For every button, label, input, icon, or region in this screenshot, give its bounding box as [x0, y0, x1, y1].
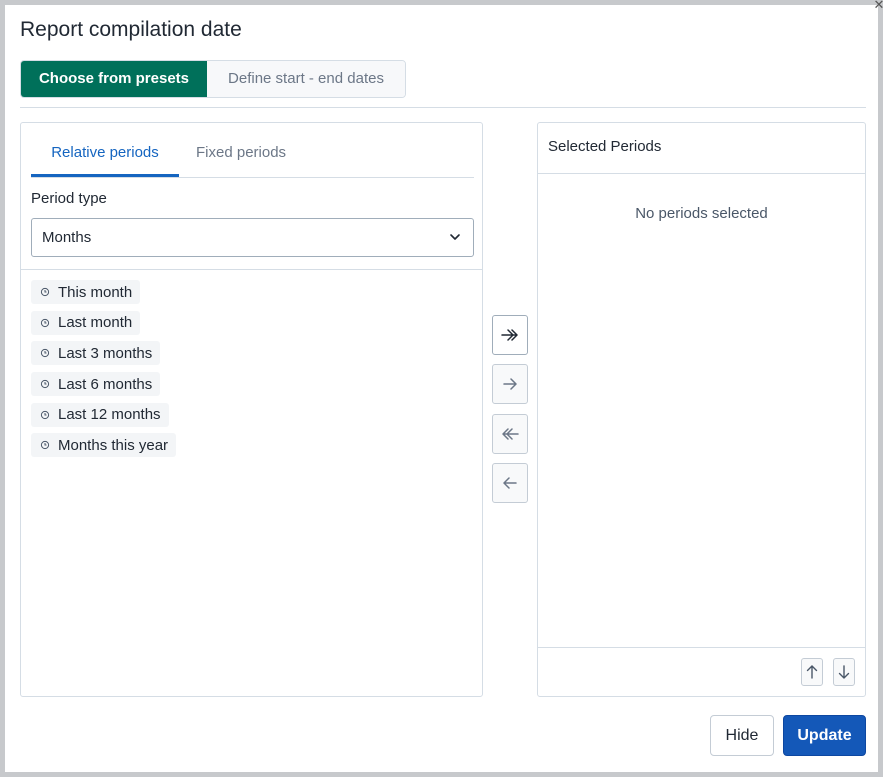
clock-icon: [40, 410, 50, 419]
double-arrow-left-icon: [502, 428, 519, 440]
define-dates-button[interactable]: Define start - end dates: [207, 61, 405, 97]
choose-presets-button[interactable]: Choose from presets: [21, 61, 207, 97]
clock-icon: [40, 349, 50, 358]
chevron-down-icon: [450, 234, 460, 240]
arrow-up-icon: [806, 665, 818, 679]
period-type-value: Months: [42, 229, 92, 246]
clock-icon: [40, 318, 50, 327]
period-option-label: Last 12 months: [58, 406, 161, 424]
divider: [538, 173, 865, 174]
double-arrow-right-icon: [501, 329, 518, 341]
period-option-label: Last month: [58, 314, 133, 332]
select-all-button[interactable]: [492, 315, 528, 355]
period-option-label: Last 6 months: [58, 375, 153, 393]
period-tabs: Relative periods Fixed periods: [31, 137, 474, 178]
period-option-label: Months this year: [58, 436, 169, 454]
deselect-one-button[interactable]: [492, 463, 528, 503]
arrow-down-icon: [838, 665, 850, 679]
clock-icon: [40, 379, 50, 389]
period-option-label: This month: [58, 283, 133, 301]
selected-periods-title: Selected Periods: [548, 138, 662, 155]
hide-button[interactable]: Hide: [710, 715, 774, 756]
arrow-right-icon: [503, 378, 517, 390]
available-periods-panel: Relative periods Fixed periods Period ty…: [20, 122, 483, 697]
period-option[interactable]: Months this year: [31, 433, 177, 458]
close-icon[interactable]: ✕: [871, 0, 887, 13]
move-up-button[interactable]: [801, 658, 823, 686]
dialog-title: Report compilation date: [20, 18, 242, 41]
arrow-left-icon: [503, 477, 517, 489]
divider: [20, 107, 866, 108]
period-option[interactable]: Last month: [31, 310, 141, 335]
divider: [538, 647, 865, 648]
clock-icon: [40, 441, 50, 450]
mode-toggle: Choose from presets Define start - end d…: [20, 60, 406, 98]
clock-icon: [40, 287, 50, 297]
period-options-list: This month Last month Last 3 months Last…: [31, 280, 177, 464]
period-option[interactable]: Last 3 months: [31, 341, 161, 366]
period-option-label: Last 3 months: [58, 344, 153, 362]
period-option[interactable]: This month: [31, 280, 141, 304]
empty-state-text: No periods selected: [635, 205, 768, 222]
period-option[interactable]: Last 6 months: [31, 372, 161, 397]
divider: [21, 269, 482, 270]
period-type-select[interactable]: Months: [31, 218, 474, 257]
move-down-button[interactable]: [833, 658, 855, 686]
period-type-label: Period type: [31, 190, 107, 207]
tab-fixed-periods[interactable]: Fixed periods: [179, 137, 304, 177]
period-option[interactable]: Last 12 months: [31, 402, 169, 427]
tab-relative-periods[interactable]: Relative periods: [31, 137, 179, 177]
update-button[interactable]: Update: [783, 715, 866, 756]
selected-periods-panel: Selected Periods No periods selected: [537, 122, 866, 697]
select-one-button[interactable]: [492, 364, 528, 404]
deselect-all-button[interactable]: [492, 414, 528, 454]
